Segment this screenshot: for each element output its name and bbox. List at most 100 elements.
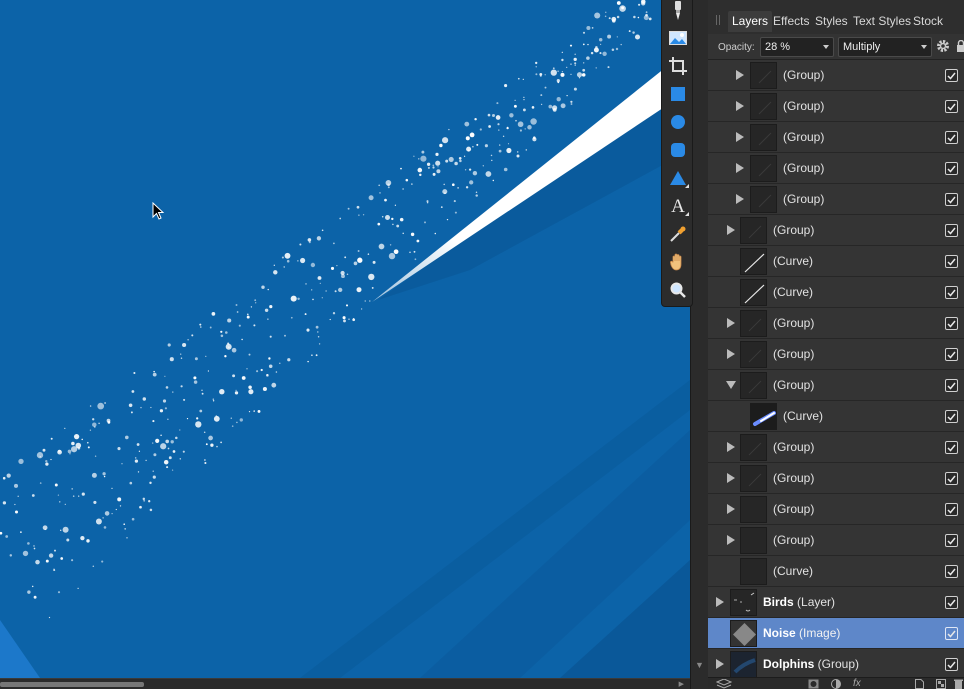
splatter-speck bbox=[227, 318, 232, 323]
visibility-checkbox[interactable] bbox=[945, 224, 958, 237]
layers-list[interactable]: (Group) (Group) (Group) (Group) (Group) (Grou… bbox=[708, 60, 964, 677]
disclosure-triangle-collapsed-icon[interactable] bbox=[734, 69, 746, 81]
visibility-checkbox[interactable] bbox=[945, 286, 958, 299]
visibility-checkbox[interactable] bbox=[945, 379, 958, 392]
mask-layer-icon[interactable] bbox=[808, 679, 819, 689]
blend-mode-dropdown[interactable]: Multiply bbox=[838, 37, 932, 57]
disclosure-triangle-collapsed-icon[interactable] bbox=[725, 224, 737, 236]
disclosure-triangle-collapsed-icon[interactable] bbox=[714, 596, 726, 608]
rounded-rectangle-tool-icon[interactable] bbox=[667, 139, 689, 161]
layer-row[interactable]: (Group) bbox=[708, 525, 964, 556]
tab-layers[interactable]: Layers bbox=[728, 11, 773, 32]
visibility-checkbox[interactable] bbox=[945, 472, 958, 485]
layer-row[interactable]: (Curve) bbox=[708, 277, 964, 308]
adjustment-layer-icon[interactable] bbox=[831, 679, 841, 689]
live-filter-button[interactable]: fx bbox=[853, 679, 861, 689]
scroll-right-arrow-icon[interactable]: ▶ bbox=[679, 680, 684, 688]
splatter-speck bbox=[467, 149, 470, 152]
layer-row[interactable]: Noise (Image) bbox=[708, 618, 964, 649]
visibility-checkbox[interactable] bbox=[945, 565, 958, 578]
document-canvas[interactable] bbox=[0, 0, 690, 678]
splatter-speck bbox=[200, 326, 202, 328]
visibility-checkbox[interactable] bbox=[945, 658, 958, 671]
layer-row[interactable]: (Group) bbox=[708, 370, 964, 401]
splatter-speck bbox=[368, 195, 374, 201]
color-picker-tool-icon[interactable] bbox=[667, 223, 689, 245]
layer-row[interactable]: (Group) bbox=[708, 153, 964, 184]
disclosure-triangle-collapsed-icon[interactable] bbox=[734, 162, 746, 174]
rectangle-tool-icon[interactable] bbox=[667, 83, 689, 105]
layer-row[interactable]: (Group) bbox=[708, 60, 964, 91]
layer-row[interactable]: (Group) bbox=[708, 339, 964, 370]
brush-tool-icon[interactable] bbox=[667, 0, 689, 22]
splatter-speck bbox=[160, 443, 167, 450]
visibility-checkbox[interactable] bbox=[945, 131, 958, 144]
visibility-checkbox[interactable] bbox=[945, 193, 958, 206]
disclosure-triangle-collapsed-icon[interactable] bbox=[714, 658, 726, 670]
tab-styles[interactable]: Styles bbox=[815, 11, 848, 32]
disclosure-triangle-collapsed-icon[interactable] bbox=[734, 100, 746, 112]
visibility-checkbox[interactable] bbox=[945, 596, 958, 609]
visibility-checkbox[interactable] bbox=[945, 627, 958, 640]
layers-stack-icon[interactable] bbox=[715, 678, 733, 689]
disclosure-triangle-expanded-icon[interactable] bbox=[725, 379, 737, 391]
disclosure-triangle-collapsed-icon[interactable] bbox=[725, 348, 737, 360]
new-pixel-layer-icon[interactable] bbox=[915, 679, 924, 689]
horizontal-scrollbar-thumb[interactable] bbox=[0, 682, 144, 687]
tab-effects[interactable]: Effects bbox=[773, 11, 809, 32]
panel-grip-handle[interactable] bbox=[716, 15, 720, 25]
visibility-checkbox[interactable] bbox=[945, 162, 958, 175]
disclosure-triangle-collapsed-icon[interactable] bbox=[725, 503, 737, 515]
splatter-speck bbox=[519, 129, 522, 132]
disclosure-triangle-collapsed-icon[interactable] bbox=[734, 193, 746, 205]
layer-options-row: Opacity: 28 % Multiply bbox=[708, 34, 964, 60]
triangle-tool-icon[interactable] bbox=[667, 167, 689, 189]
text-tool-icon[interactable]: A bbox=[667, 195, 689, 217]
opacity-dropdown[interactable]: 28 % bbox=[760, 37, 834, 57]
disclosure-triangle-collapsed-icon[interactable] bbox=[725, 472, 737, 484]
visibility-checkbox[interactable] bbox=[945, 100, 958, 113]
zoom-tool-icon[interactable] bbox=[667, 279, 689, 301]
visibility-checkbox[interactable] bbox=[945, 69, 958, 82]
layer-row[interactable]: Birds (Layer) bbox=[708, 587, 964, 618]
splatter-speck bbox=[574, 53, 576, 56]
layer-row[interactable]: (Group) bbox=[708, 122, 964, 153]
disclosure-triangle-collapsed-icon[interactable] bbox=[725, 317, 737, 329]
place-image-tool-icon[interactable] bbox=[667, 27, 689, 49]
layer-row[interactable]: (Group) bbox=[708, 184, 964, 215]
layer-row[interactable]: (Group) bbox=[708, 215, 964, 246]
visibility-checkbox[interactable] bbox=[945, 534, 958, 547]
layer-row[interactable]: (Group) bbox=[708, 308, 964, 339]
visibility-checkbox[interactable] bbox=[945, 348, 958, 361]
hand-tool-icon[interactable] bbox=[667, 251, 689, 273]
disclosure-triangle-collapsed-icon[interactable] bbox=[734, 131, 746, 143]
tab-stock[interactable]: Stock bbox=[913, 11, 943, 32]
layer-row[interactable]: (Curve) bbox=[708, 246, 964, 277]
splatter-speck bbox=[321, 229, 324, 232]
scroll-down-arrow-icon[interactable]: ▼ bbox=[695, 660, 704, 670]
splatter-speck bbox=[573, 87, 577, 91]
ellipse-tool-icon[interactable] bbox=[667, 111, 689, 133]
tab-text-styles[interactable]: Text Styles bbox=[853, 11, 911, 32]
layer-row[interactable]: (Group) bbox=[708, 91, 964, 122]
layer-row[interactable]: (Group) bbox=[708, 494, 964, 525]
delete-layer-icon[interactable] bbox=[954, 679, 963, 689]
layer-row[interactable]: (Curve) bbox=[708, 401, 964, 432]
layer-row[interactable]: (Group) bbox=[708, 463, 964, 494]
horizontal-scrollbar[interactable]: ▶ bbox=[0, 678, 690, 689]
visibility-checkbox[interactable] bbox=[945, 317, 958, 330]
visibility-checkbox[interactable] bbox=[945, 410, 958, 423]
layer-row[interactable]: Dolphins (Group) bbox=[708, 649, 964, 677]
new-group-icon[interactable] bbox=[936, 679, 946, 689]
lock-icon[interactable] bbox=[957, 39, 964, 52]
gear-icon[interactable] bbox=[936, 39, 950, 53]
visibility-checkbox[interactable] bbox=[945, 503, 958, 516]
visibility-checkbox[interactable] bbox=[945, 255, 958, 268]
disclosure-triangle-collapsed-icon[interactable] bbox=[725, 534, 737, 546]
crop-tool-icon[interactable] bbox=[667, 55, 689, 77]
visibility-checkbox[interactable] bbox=[945, 441, 958, 454]
splatter-speck bbox=[139, 505, 142, 509]
layer-row[interactable]: (Curve) bbox=[708, 556, 964, 587]
layer-row[interactable]: (Group) bbox=[708, 432, 964, 463]
disclosure-triangle-collapsed-icon[interactable] bbox=[725, 441, 737, 453]
